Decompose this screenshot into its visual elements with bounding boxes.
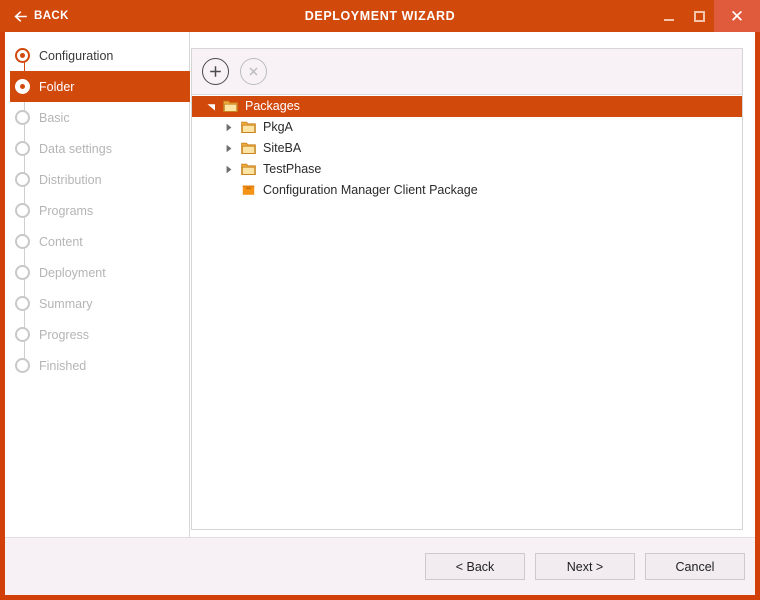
sidebar-item-data-settings[interactable]: Data settings (5, 133, 189, 164)
step-dot-icon (15, 203, 30, 218)
sidebar-item-label: Progress (39, 327, 90, 342)
sidebar-item-folder[interactable]: Folder (10, 71, 190, 102)
tree-row-label: Packages (245, 99, 300, 113)
folder-icon (238, 142, 258, 155)
sidebar-item-programs[interactable]: Programs (5, 195, 189, 226)
sidebar-item-label: Distribution (39, 172, 102, 187)
tree-row-label: SiteBA (263, 141, 302, 155)
next-nav-button[interactable]: Next > (535, 553, 635, 580)
window-body: Configuration Folder Basic Data settings… (5, 32, 755, 537)
wizard-step-sidebar: Configuration Folder Basic Data settings… (5, 32, 190, 537)
step-dot-icon (15, 110, 30, 125)
back-button-label: BACK (34, 10, 69, 22)
sidebar-item-label: Basic (39, 110, 70, 125)
twisty-expanded-icon[interactable] (202, 102, 220, 111)
sidebar-item-label: Folder (39, 79, 75, 94)
back-nav-button[interactable]: < Back (425, 553, 525, 580)
step-dot-icon (15, 172, 30, 187)
folder-icon (238, 121, 258, 134)
tree-row-label: Configuration Manager Client Package (263, 183, 478, 197)
tree-row[interactable]: PkgA (192, 117, 742, 138)
folder-tree-panel: Packages PkgA SiteBA TestPhase Configura… (191, 48, 743, 530)
minimize-icon[interactable] (654, 0, 684, 32)
sidebar-item-finished[interactable]: Finished (5, 350, 189, 381)
tree-row[interactable]: SiteBA (192, 138, 742, 159)
add-folder-button[interactable] (202, 58, 229, 85)
sidebar-item-summary[interactable]: Summary (5, 288, 189, 319)
step-dot-icon (15, 141, 30, 156)
twisty-collapsed-icon[interactable] (220, 144, 238, 153)
sidebar-item-label: Content (39, 234, 83, 249)
twisty-collapsed-icon[interactable] (220, 123, 238, 132)
step-dot-icon (15, 358, 30, 373)
sidebar-item-label: Programs (39, 203, 94, 218)
main-content: Packages PkgA SiteBA TestPhase Configura… (190, 32, 755, 537)
tree-row[interactable]: Configuration Manager Client Package (192, 180, 742, 201)
delete-folder-button[interactable] (240, 58, 267, 85)
back-button[interactable]: BACK (0, 0, 79, 32)
package-icon (238, 184, 258, 197)
close-icon[interactable]: ✕ (714, 0, 760, 32)
sidebar-item-basic[interactable]: Basic (5, 102, 189, 133)
sidebar-item-progress[interactable]: Progress (5, 319, 189, 350)
folder-icon (220, 100, 240, 113)
step-dot-icon (15, 265, 30, 280)
wizard-footer: < Back Next > Cancel (5, 537, 755, 595)
sidebar-item-distribution[interactable]: Distribution (5, 164, 189, 195)
tree-row[interactable]: Packages (192, 96, 742, 117)
folder-icon (238, 163, 258, 176)
sidebar-item-deployment[interactable]: Deployment (5, 257, 189, 288)
step-dot-icon (15, 327, 30, 342)
sidebar-item-label: Finished (39, 358, 87, 373)
step-dot-icon (15, 48, 30, 63)
sidebar-item-label: Deployment (39, 265, 106, 280)
arrow-left-icon (14, 10, 27, 23)
tree-toolbar (192, 49, 742, 95)
tree-row[interactable]: TestPhase (192, 159, 742, 180)
sidebar-item-configuration[interactable]: Configuration (5, 40, 189, 71)
close-circle-icon (249, 67, 258, 76)
twisty-collapsed-icon[interactable] (220, 165, 238, 174)
title-bar: BACK DEPLOYMENT WIZARD ✕ (0, 0, 760, 32)
step-dot-icon (15, 79, 30, 94)
cancel-button[interactable]: Cancel (645, 553, 745, 580)
tree-row-label: PkgA (263, 120, 293, 134)
plus-circle-icon (210, 66, 221, 77)
folder-tree[interactable]: Packages PkgA SiteBA TestPhase Configura… (192, 95, 742, 529)
sidebar-item-label: Configuration (39, 48, 114, 63)
sidebar-item-label: Data settings (39, 141, 112, 156)
step-dot-icon (15, 296, 30, 311)
tree-row-label: TestPhase (263, 162, 322, 176)
sidebar-item-content[interactable]: Content (5, 226, 189, 257)
step-dot-icon (15, 234, 30, 249)
wizard-window: BACK DEPLOYMENT WIZARD ✕ Configuration F… (0, 0, 760, 600)
window-controls: ✕ (654, 0, 760, 32)
sidebar-item-label: Summary (39, 296, 93, 311)
maximize-icon[interactable] (684, 0, 714, 32)
window-title: DEPLOYMENT WIZARD (304, 9, 456, 23)
